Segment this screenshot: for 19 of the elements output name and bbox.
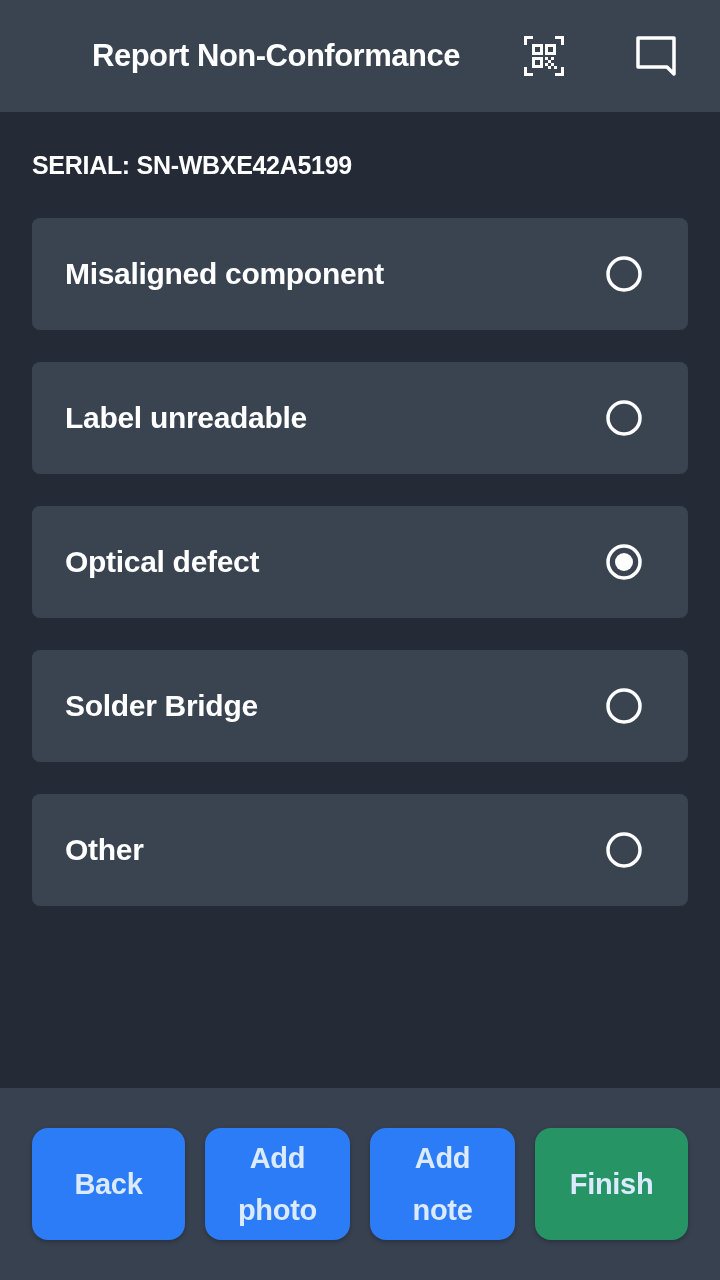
serial-number: SERIAL: SN-WBXE42A5199 [32, 150, 353, 180]
option-label: Misaligned component [65, 257, 385, 291]
option-label: Other [65, 833, 144, 867]
defect-option[interactable]: Other [32, 794, 688, 906]
option-label: Label unreadable [65, 401, 307, 435]
option-label: Optical defect [65, 545, 260, 579]
defect-option[interactable]: Label unreadable [32, 362, 688, 474]
defect-option[interactable]: Misaligned component [32, 218, 688, 330]
radio-icon[interactable] [606, 688, 642, 724]
radio-icon[interactable] [606, 400, 642, 436]
chat-icon[interactable] [636, 36, 676, 76]
screen-title: Report Non-Conformance [92, 38, 460, 74]
defect-option[interactable]: Solder Bridge [32, 650, 688, 762]
option-label: Solder Bridge [65, 689, 258, 723]
radio-icon[interactable] [606, 832, 642, 868]
defect-option[interactable]: Optical defect [32, 506, 688, 618]
qr-code-icon[interactable] [524, 36, 564, 76]
radio-icon[interactable] [606, 256, 642, 292]
radio-selected-icon[interactable] [606, 544, 642, 580]
